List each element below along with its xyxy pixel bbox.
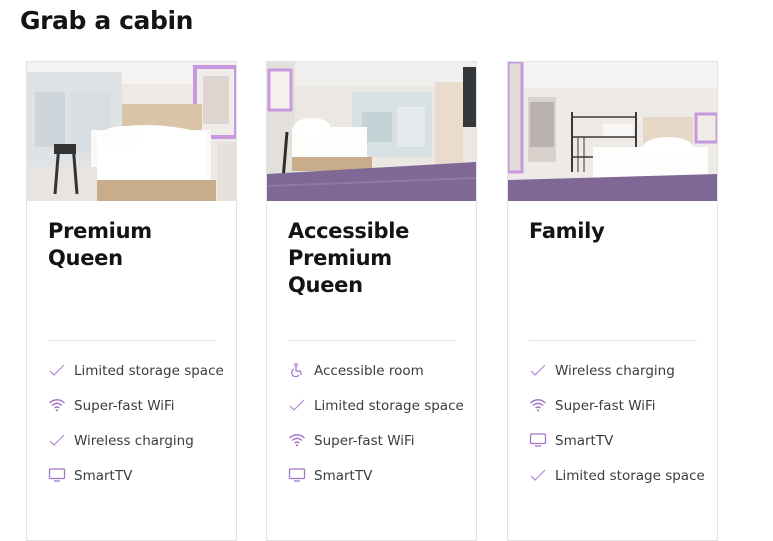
feature-label: SmartTV: [555, 433, 614, 449]
feature-item: Wireless charging: [48, 431, 228, 452]
cabin-card-premium-queen[interactable]: Premium Queen Limited storage space Supe…: [26, 61, 237, 541]
feature-label: Super-fast WiFi: [555, 398, 656, 414]
cabin-card-family[interactable]: Family Wireless charging Super-fast WiFi…: [507, 61, 718, 541]
tv-icon: [48, 468, 66, 482]
feature-item: Limited storage space: [288, 396, 468, 417]
feature-label: Limited storage space: [555, 468, 705, 484]
feature-list: Limited storage space Super-fast WiFi Wi…: [48, 361, 228, 501]
wifi-icon: [529, 398, 547, 412]
feature-list: Wireless charging Super-fast WiFi SmartT…: [529, 361, 709, 501]
wifi-icon: [48, 398, 66, 412]
feature-item: Super-fast WiFi: [288, 431, 468, 452]
feature-item: Accessible room: [288, 361, 468, 382]
tv-icon: [529, 433, 547, 447]
feature-item: SmartTV: [529, 431, 709, 452]
divider: [288, 340, 456, 341]
feature-label: Super-fast WiFi: [74, 398, 175, 414]
feature-label: SmartTV: [74, 468, 133, 484]
feature-label: Accessible room: [314, 363, 424, 379]
feature-item: SmartTV: [48, 466, 228, 487]
feature-list: Accessible room Limited storage space Su…: [288, 361, 468, 501]
cabin-title: Family: [529, 219, 605, 243]
cabin-photo: [267, 62, 476, 201]
check-icon: [48, 433, 66, 447]
feature-item: SmartTV: [288, 466, 468, 487]
wifi-icon: [288, 433, 306, 447]
feature-label: Super-fast WiFi: [314, 433, 415, 449]
cabin-card-accessible-premium-queen[interactable]: Accessible Premium Queen Accessible room…: [266, 61, 477, 541]
cabin-title: Accessible Premium Queen: [288, 219, 410, 297]
feature-item: Limited storage space: [529, 466, 709, 487]
feature-label: SmartTV: [314, 468, 373, 484]
feature-label: Limited storage space: [314, 398, 464, 414]
feature-item: Wireless charging: [529, 361, 709, 382]
tv-icon: [288, 468, 306, 482]
feature-item: Limited storage space: [48, 361, 228, 382]
cabin-title: Premium Queen: [48, 219, 152, 270]
feature-item: Super-fast WiFi: [529, 396, 709, 417]
feature-label: Limited storage space: [74, 363, 224, 379]
accessible-icon: [288, 363, 306, 377]
check-icon: [529, 363, 547, 377]
check-icon: [288, 398, 306, 412]
page-title: Grab a cabin: [20, 6, 194, 35]
divider: [48, 340, 216, 341]
feature-item: Super-fast WiFi: [48, 396, 228, 417]
check-icon: [529, 468, 547, 482]
feature-label: Wireless charging: [555, 363, 675, 379]
check-icon: [48, 363, 66, 377]
divider: [529, 340, 697, 341]
cabin-photo: [508, 62, 717, 201]
feature-label: Wireless charging: [74, 433, 194, 449]
cabin-photo: [27, 62, 236, 201]
